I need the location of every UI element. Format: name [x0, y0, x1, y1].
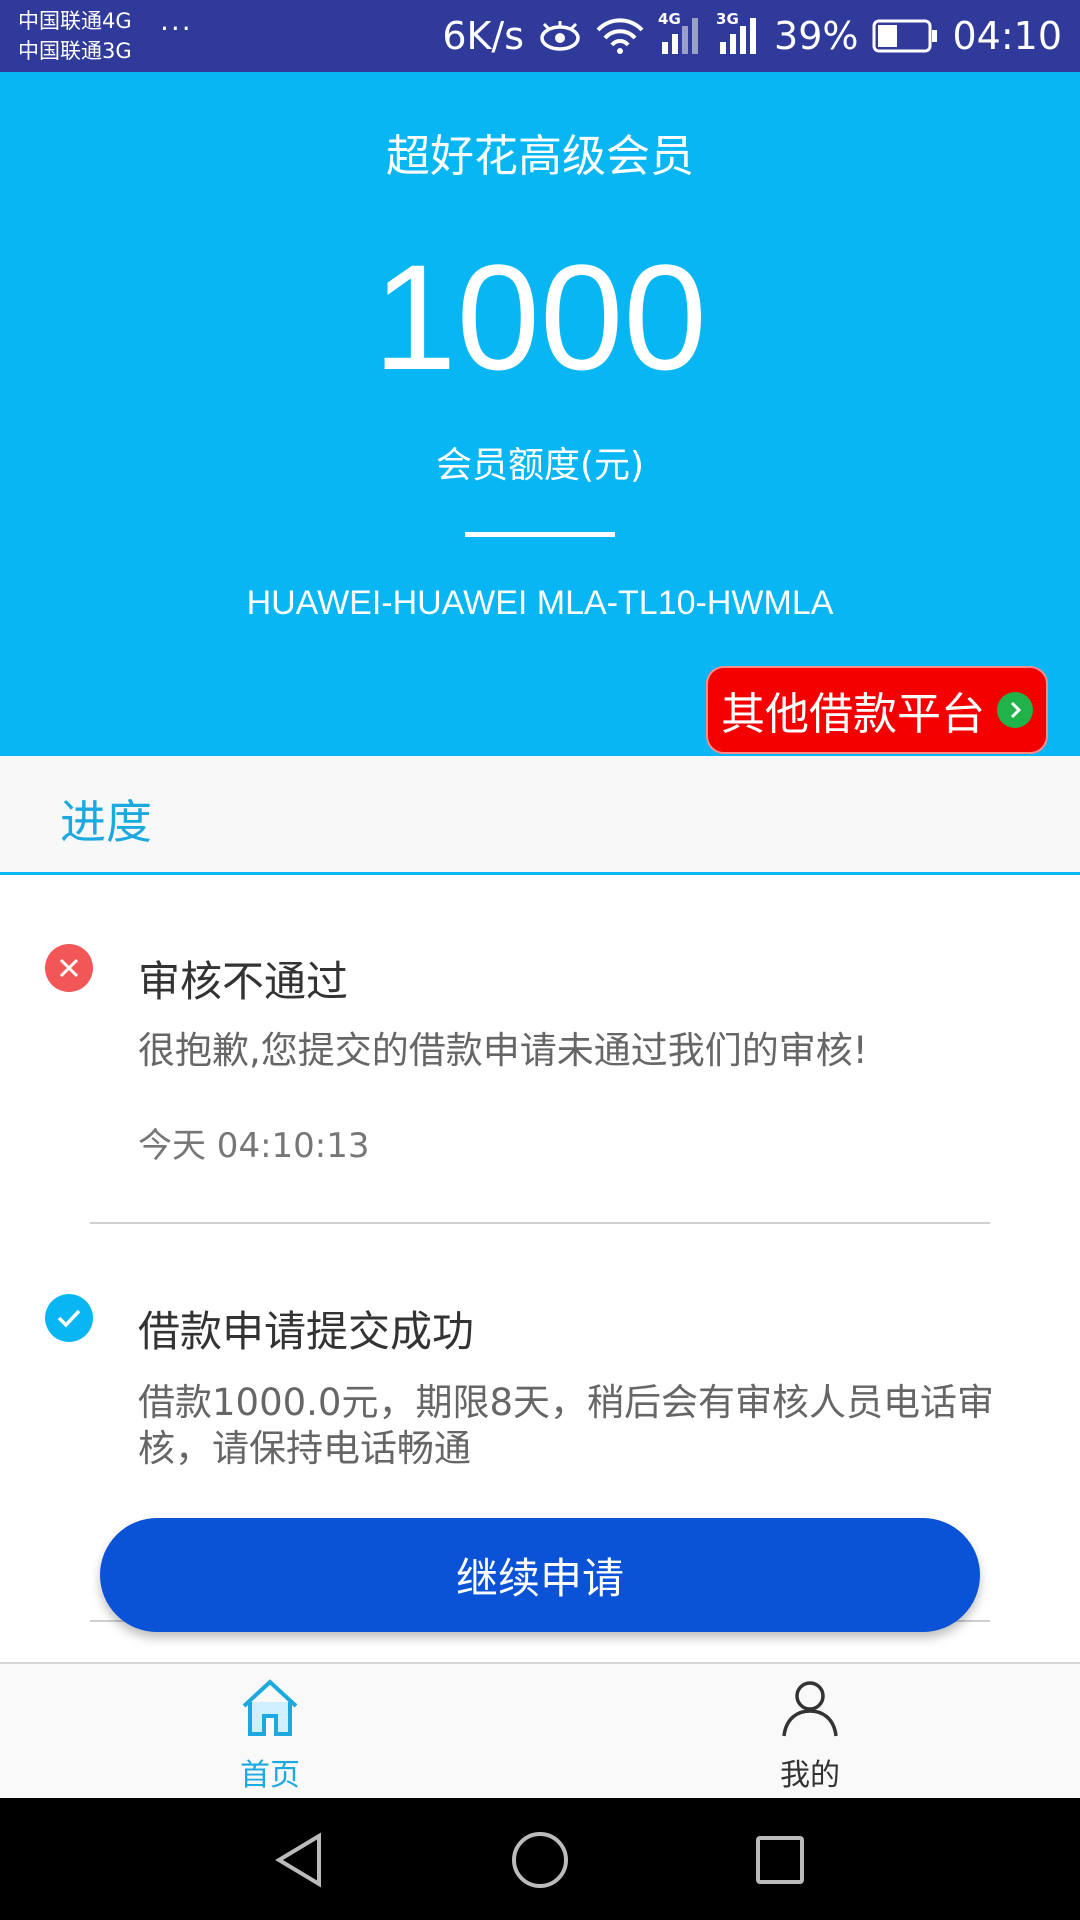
back-icon[interactable] [270, 1830, 330, 1890]
progress-section-header: 进度 [0, 756, 1080, 875]
status-icons: 6K/s 4G 3G 39% 04:10 [442, 0, 1062, 72]
carrier-1: 中国联通4G [18, 9, 132, 33]
carrier-info: 中国联通4G 中国联通3G [18, 6, 132, 66]
more-notifications-icon: ··· [160, 12, 193, 45]
progress-title: 进度 [60, 795, 152, 849]
device-name: HUAWEI-HUAWEI MLA-TL10-HWMLA [246, 584, 834, 622]
signal-3g-icon: 3G [716, 10, 760, 56]
nav-mine[interactable]: 我的 [710, 1678, 910, 1794]
bottom-navigation: 首页 我的 [0, 1662, 1080, 1800]
network-speed: 6K/s [442, 14, 525, 58]
home-icon [238, 1679, 302, 1746]
close-icon [45, 944, 93, 992]
step-description: 借款1000.0元，期限8天，稍后会有审核人员电话审核，请保持电话畅通 [138, 1381, 995, 1470]
checkmark-icon [45, 1294, 93, 1342]
credit-caption: 会员额度(元) [435, 445, 645, 486]
step-description: 很抱歉,您提交的借款申请未通过我们的审核! [138, 1029, 868, 1072]
clock: 04:10 [952, 14, 1062, 58]
step-title: 审核不通过 [138, 957, 349, 1006]
membership-header: 超好花高级会员 1000 会员额度(元) HUAWEI-HUAWEI MLA-T… [0, 72, 1080, 756]
status-bar: 中国联通4G 中国联通3G ··· 6K/s 4G 3G 39% 04:10 [0, 0, 1080, 72]
chevron-right-icon [997, 692, 1033, 728]
home-circle-icon[interactable] [510, 1830, 570, 1890]
other-platforms-button[interactable]: 其他借款平台 [706, 666, 1048, 754]
divider [465, 532, 615, 537]
nav-home-label: 首页 [240, 1758, 300, 1793]
eye-icon [538, 20, 582, 52]
net-type-1: 4G [658, 10, 681, 28]
carrier-2: 中国联通3G [18, 39, 132, 63]
battery-percent: 39% [774, 14, 859, 58]
other-platforms-label: 其他借款平台 [721, 689, 985, 740]
step-time: 今天 04:10:13 [138, 1126, 370, 1166]
nav-mine-label: 我的 [780, 1758, 840, 1793]
signal-4g-icon: 4G [658, 10, 702, 56]
wifi-icon [596, 18, 644, 54]
continue-apply-button[interactable]: 继续申请 [100, 1518, 980, 1632]
credit-amount: 1000 [373, 233, 707, 401]
battery-icon [872, 19, 938, 53]
nav-home[interactable]: 首页 [170, 1678, 370, 1794]
user-icon [778, 1681, 842, 1746]
net-type-2: 3G [716, 10, 739, 28]
recent-apps-icon[interactable] [750, 1830, 810, 1890]
system-navigation-bar [0, 1798, 1080, 1920]
step-title: 借款申请提交成功 [138, 1307, 475, 1356]
divider [90, 1222, 990, 1224]
membership-title: 超好花高级会员 [386, 131, 694, 182]
